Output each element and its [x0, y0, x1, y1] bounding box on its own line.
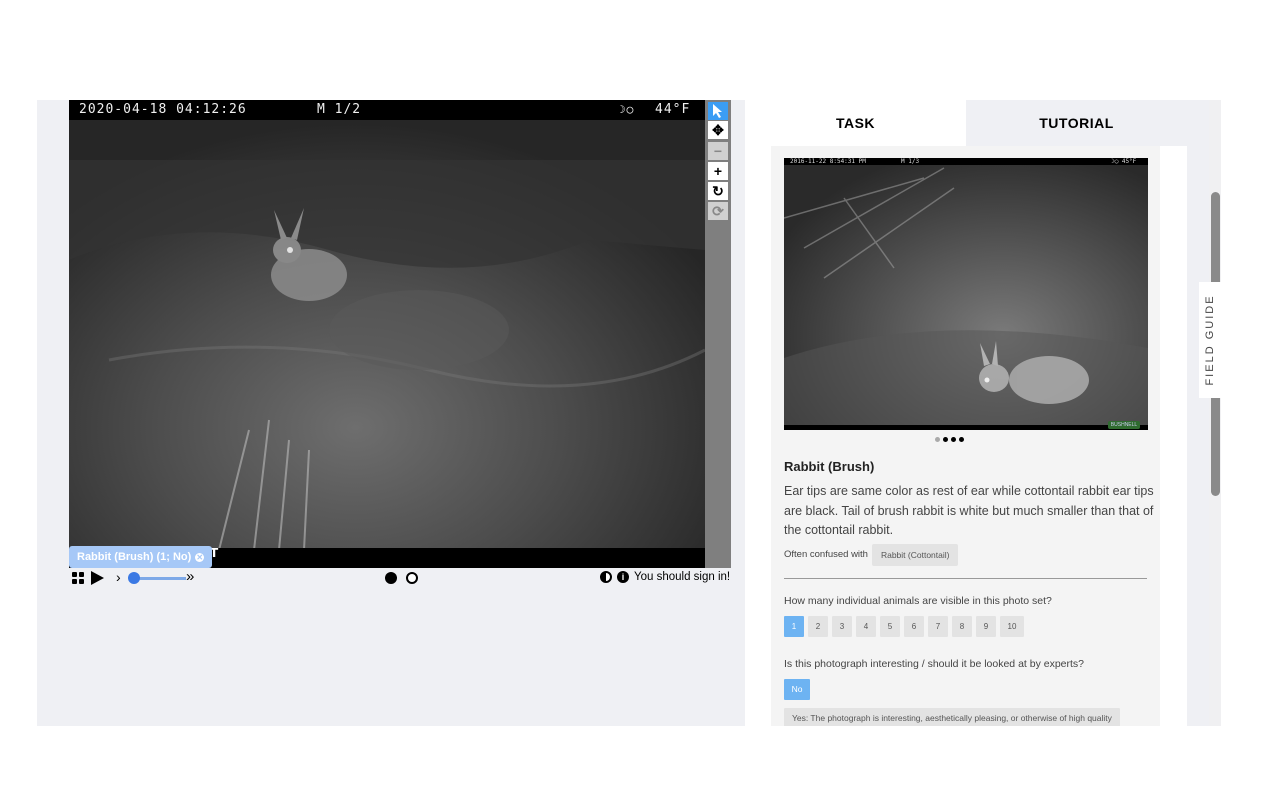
no-button[interactable]: No — [784, 679, 810, 700]
count-option[interactable]: 5 — [880, 616, 900, 637]
example-temp: ☽◯ 45°F — [1111, 158, 1137, 165]
example-footer — [784, 425, 1148, 430]
yes-button[interactable]: Yes: The photograph is interesting, aest… — [784, 708, 1120, 726]
count-option[interactable]: 10 — [1000, 616, 1024, 637]
timestamp: 2020-04-18 04:12:26 — [79, 102, 247, 117]
example-camera-bar: 2016-11-22 8:54:31 PM M 1/3 ☽◯ 45°F — [784, 158, 1148, 165]
count-option[interactable]: 9 — [976, 616, 996, 637]
speed-slider-thumb[interactable] — [128, 572, 140, 584]
count-option[interactable]: 6 — [904, 616, 924, 637]
confused-with-row: Often confused with Rabbit (Cottontail) — [784, 544, 959, 566]
viewer-controls: › » i You should sign in! — [69, 568, 731, 590]
field-guide-tab[interactable]: FIELD GUIDE — [1199, 282, 1221, 398]
count-question: How many individual animals are visible … — [784, 595, 1052, 607]
carousel-dot[interactable] — [959, 437, 964, 442]
night-scene — [69, 100, 705, 568]
viewer-toolbar: ✥ − + ↻ ⟳ — [705, 100, 731, 568]
fast-forward-icon[interactable]: » — [186, 568, 194, 585]
frame-dot-1[interactable] — [385, 572, 397, 584]
confused-species-chip[interactable]: Rabbit (Cottontail) — [871, 544, 959, 566]
task-panel: TASK TUTORIAL 2016-11-22 8:54:31 PM M 1/… — [745, 100, 1187, 726]
example-photo[interactable]: 2016-11-22 8:54:31 PM M 1/3 ☽◯ 45°F BUSH… — [784, 158, 1148, 430]
count-option[interactable]: 7 — [928, 616, 948, 637]
divider — [784, 578, 1147, 579]
field-guide-label: FIELD GUIDE — [1204, 294, 1216, 386]
info-icon[interactable]: i — [617, 571, 629, 583]
zoom-in-icon[interactable]: + — [708, 162, 728, 180]
temperature: 44°F — [655, 102, 691, 117]
tab-task[interactable]: TASK — [745, 100, 966, 146]
pointer-icon[interactable] — [708, 102, 728, 120]
contrast-icon[interactable] — [600, 571, 612, 583]
carousel-dot[interactable] — [943, 437, 948, 442]
subject-viewer: 2020-04-18 04:12:26 M 1/2 ☽◯ 44°F T Rabb… — [69, 100, 731, 570]
confused-label: Often confused with — [784, 549, 868, 560]
subject-photo[interactable]: 2020-04-18 04:12:26 M 1/2 ☽◯ 44°F T — [69, 100, 705, 568]
example-carousel-dots — [935, 437, 964, 442]
example-scene — [784, 158, 1148, 430]
zoom-out-icon[interactable]: − — [708, 142, 728, 160]
classify-app: 2020-04-18 04:12:26 M 1/2 ☽◯ 44°F T Rabb… — [37, 100, 1221, 726]
camera-info-bar: 2020-04-18 04:12:26 M 1/2 ☽◯ 44°F — [69, 100, 705, 120]
count-option[interactable]: 4 — [856, 616, 876, 637]
speed-slider[interactable] — [134, 577, 186, 580]
sign-in-message[interactable]: You should sign in! — [634, 571, 730, 583]
moon-phase: ☽◯ — [619, 103, 635, 116]
reset-icon[interactable]: ⟳ — [708, 202, 728, 220]
species-title: Rabbit (Brush) — [784, 459, 875, 474]
chevron-right-icon[interactable]: › — [116, 569, 121, 585]
mark-tag-label: Rabbit (Brush) (1; No) — [77, 551, 192, 563]
species-description: Ear tips are same color as rest of ear w… — [784, 484, 1154, 537]
frame-dot-2[interactable] — [406, 572, 418, 584]
count-option[interactable]: 1 — [784, 616, 804, 637]
panel-tabs: TASK TUTORIAL — [745, 100, 1187, 146]
carousel-dot[interactable] — [951, 437, 956, 442]
mode-label: M 1/2 — [317, 102, 362, 117]
camera-brand-logo: BUSHNELL — [1108, 421, 1140, 429]
remove-mark-icon[interactable]: ✕ — [195, 552, 205, 562]
grid-view-icon[interactable] — [72, 572, 84, 584]
rotate-icon[interactable]: ↻ — [708, 182, 728, 200]
count-option[interactable]: 2 — [808, 616, 828, 637]
mark-tag[interactable]: Rabbit (Brush) (1; No) ✕ — [69, 546, 213, 568]
play-icon[interactable] — [91, 571, 104, 585]
count-option[interactable]: 3 — [832, 616, 852, 637]
carousel-dot[interactable] — [935, 437, 940, 442]
example-mode: M 1/3 — [901, 158, 920, 165]
task-body: 2016-11-22 8:54:31 PM M 1/3 ☽◯ 45°F BUSH… — [771, 146, 1160, 726]
count-option[interactable]: 8 — [952, 616, 972, 637]
count-options: 1 2 3 4 5 6 7 8 9 10 — [784, 616, 1024, 637]
example-timestamp: 2016-11-22 8:54:31 PM — [790, 158, 866, 165]
interesting-question: Is this photograph interesting / should … — [784, 658, 1085, 670]
tab-tutorial[interactable]: TUTORIAL — [966, 100, 1187, 146]
move-icon[interactable]: ✥ — [708, 121, 728, 139]
